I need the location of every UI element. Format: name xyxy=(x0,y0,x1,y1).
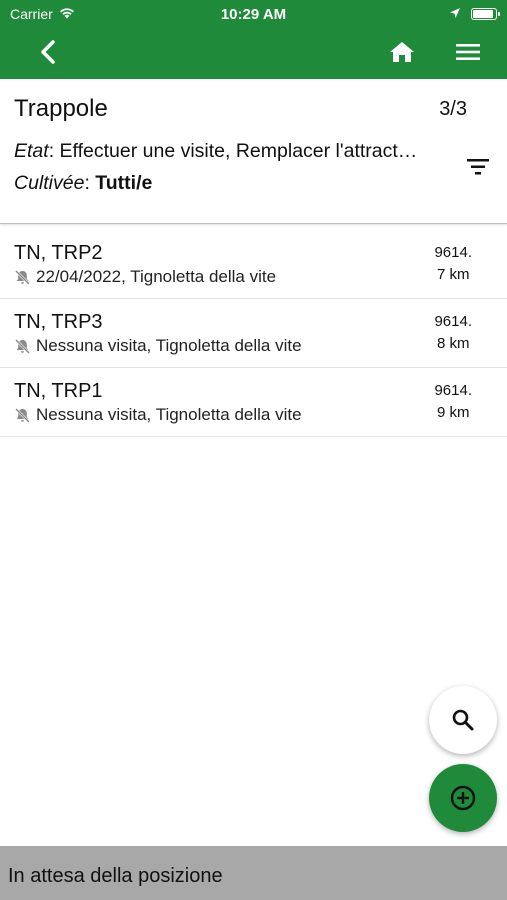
add-trap-fab[interactable] xyxy=(429,764,497,832)
list-item[interactable]: TN, TRP3 Nessuna visita, Tignoletta dell… xyxy=(0,299,507,368)
list-item[interactable]: TN, TRP1 Nessuna visita, Tignoletta dell… xyxy=(0,368,507,437)
status-time: 10:29 AM xyxy=(220,6,287,23)
status-right xyxy=(449,6,500,22)
filter-cultivee[interactable]: Cultivée: Tutti/e xyxy=(14,172,152,195)
trap-name: TN, TRP2 xyxy=(14,242,103,264)
trap-list: TN, TRP2 22/04/2022, Tignoletta della vi… xyxy=(0,230,507,437)
trap-detail: Nessuna visita, Tignoletta della vite xyxy=(14,336,302,356)
filter-cultivee-sep: : xyxy=(84,172,96,194)
location-arrow-icon xyxy=(449,6,461,22)
result-count: 3/3 xyxy=(439,98,467,120)
location-status-bar: In attesa della posizione xyxy=(0,846,507,900)
trap-name: TN, TRP1 xyxy=(14,380,103,402)
back-button[interactable] xyxy=(32,36,64,68)
trap-detail: 22/04/2022, Tignoletta della vite xyxy=(14,267,276,287)
trap-detail-text: Nessuna visita, Tignoletta della vite xyxy=(36,336,302,355)
trap-detail-text: Nessuna visita, Tignoletta della vite xyxy=(36,405,302,424)
trap-distance: 9614. 9 km xyxy=(434,380,472,424)
chevron-left-icon xyxy=(41,40,55,64)
home-button[interactable] xyxy=(384,36,420,68)
navbar xyxy=(0,30,507,75)
trap-distance-line1: 9614. xyxy=(434,313,472,330)
app-bar: Carrier 10:29 AM xyxy=(0,0,507,79)
status-bar: Carrier 10:29 AM xyxy=(0,0,507,28)
list-item[interactable]: TN, TRP2 22/04/2022, Tignoletta della vi… xyxy=(0,230,507,299)
hamburger-menu-icon xyxy=(456,44,480,60)
trap-detail-text: 22/04/2022, Tignoletta della vite xyxy=(36,267,277,286)
add-circle-icon xyxy=(450,785,476,811)
trap-distance: 9614. 7 km xyxy=(434,242,472,286)
battery-level xyxy=(473,10,493,18)
trap-distance-line1: 9614. xyxy=(434,244,472,261)
trap-distance-line2: 7 km xyxy=(436,266,470,283)
battery-icon xyxy=(471,8,500,20)
notifications-off-icon xyxy=(15,338,30,354)
filter-state-value: : Effectuer une visite, Remplacer l'attr… xyxy=(48,140,418,162)
search-fab[interactable] xyxy=(429,686,497,754)
trap-distance: 9614. 8 km xyxy=(434,311,472,355)
list-header: Trappole 3/3 Etat: Effectuer une visite,… xyxy=(0,79,507,224)
filter-state[interactable]: Etat: Effectuer une visite, Remplacer l'… xyxy=(14,140,417,163)
filter-state-label: Etat xyxy=(14,140,49,162)
notifications-off-icon xyxy=(15,269,30,285)
filter-cultivee-label: Cultivée xyxy=(14,172,85,194)
trap-distance-line2: 9 km xyxy=(436,404,470,421)
home-icon xyxy=(390,42,414,62)
menu-button[interactable] xyxy=(450,36,486,68)
trap-detail: Nessuna visita, Tignoletta della vite xyxy=(14,405,302,425)
location-status-message: In attesa della posizione xyxy=(8,865,223,887)
search-icon xyxy=(452,709,474,731)
filter-icon xyxy=(467,159,489,175)
trap-name: TN, TRP3 xyxy=(14,311,103,333)
trap-distance-line1: 9614. xyxy=(434,382,472,399)
trap-distance-line2: 8 km xyxy=(436,335,470,352)
notifications-off-icon xyxy=(15,407,30,423)
page-title: Trappole xyxy=(14,95,108,122)
filter-button[interactable] xyxy=(462,153,494,181)
filter-cultivee-value: Tutti/e xyxy=(95,172,153,194)
